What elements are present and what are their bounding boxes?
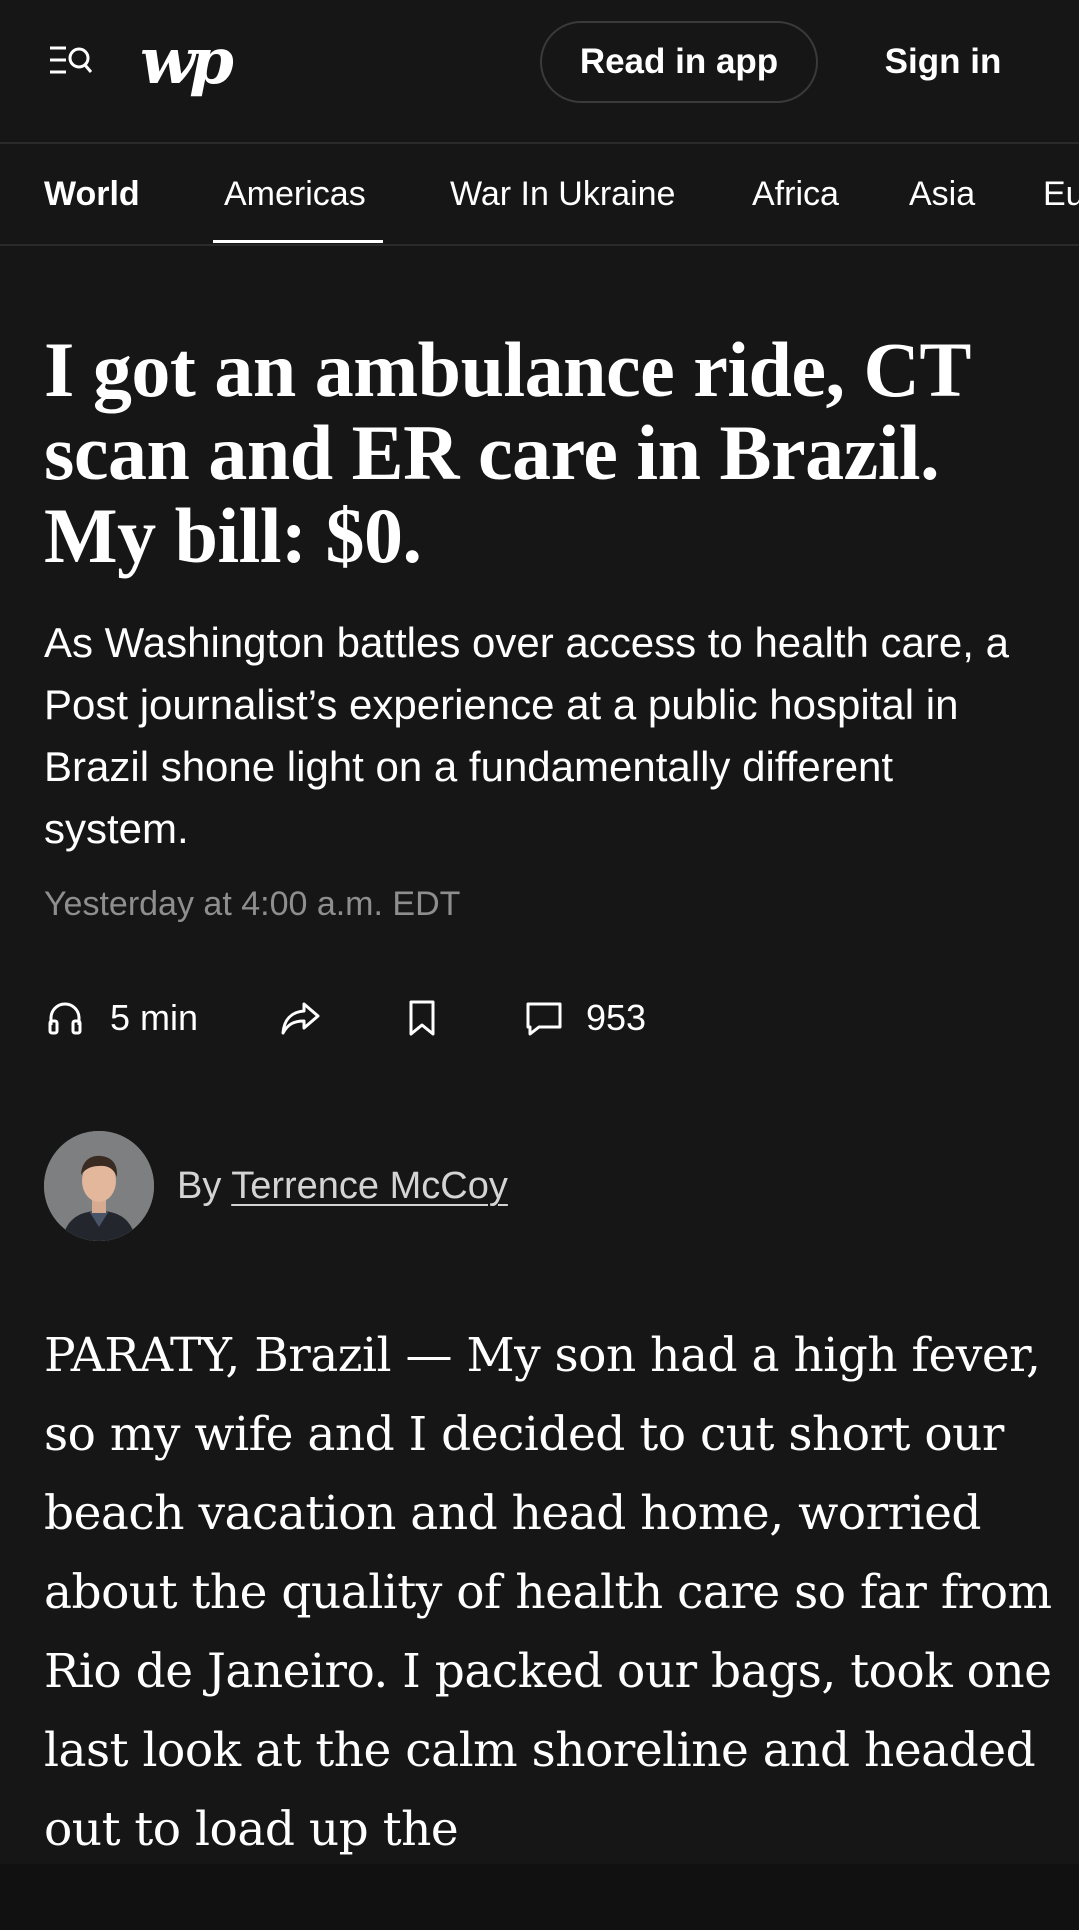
- share-button[interactable]: [278, 990, 322, 1046]
- nav-item-americas[interactable]: Americas: [224, 144, 366, 244]
- nav-item-europe[interactable]: Eu: [1043, 144, 1079, 244]
- nav-item-world[interactable]: World: [44, 144, 140, 244]
- article-timestamp: Yesterday at 4:00 a.m. EDT: [44, 885, 461, 923]
- byline: By Terrence McCoy: [177, 1162, 508, 1210]
- top-bar: wp Read in app Sign in: [0, 0, 1079, 144]
- nav-item-asia[interactable]: Asia: [909, 144, 975, 244]
- share-icon: [278, 996, 322, 1040]
- author-link[interactable]: Terrence McCoy: [231, 1165, 508, 1207]
- nav-selected-indicator: [213, 240, 383, 243]
- wp-logo[interactable]: wp: [140, 26, 234, 98]
- listen-duration: 5 min: [110, 997, 199, 1038]
- headphones-icon: [44, 997, 86, 1039]
- listen-button[interactable]: 5 min: [44, 990, 198, 1046]
- comment-icon: [522, 996, 566, 1040]
- read-in-app-button[interactable]: Read in app: [540, 21, 818, 103]
- article-dek: As Washington battles over access to hea…: [44, 619, 1009, 852]
- nav-item-africa[interactable]: Africa: [752, 144, 839, 244]
- comments-button[interactable]: 953: [522, 990, 646, 1046]
- byline-prefix: By: [177, 1165, 232, 1207]
- sign-in-button[interactable]: Sign in: [860, 21, 1026, 103]
- article-actions: 5 min 953: [0, 990, 1079, 1046]
- nav-item-war-in-ukraine[interactable]: War In Ukraine: [450, 144, 675, 244]
- comment-count: 953: [586, 997, 647, 1038]
- author-avatar[interactable]: [44, 1131, 154, 1241]
- bottom-bar: [0, 1864, 1079, 1930]
- section-nav: World Americas War In Ukraine Africa Asi…: [0, 144, 1079, 246]
- article-body-paragraph: PARATY, Brazil — My son had a high fever…: [44, 1328, 1052, 1857]
- article-headline: I got an ambulance ride, CT scan and ER …: [44, 326, 970, 579]
- save-button[interactable]: [402, 990, 442, 1046]
- menu-search-icon[interactable]: [44, 40, 96, 84]
- bookmark-icon: [402, 996, 442, 1040]
